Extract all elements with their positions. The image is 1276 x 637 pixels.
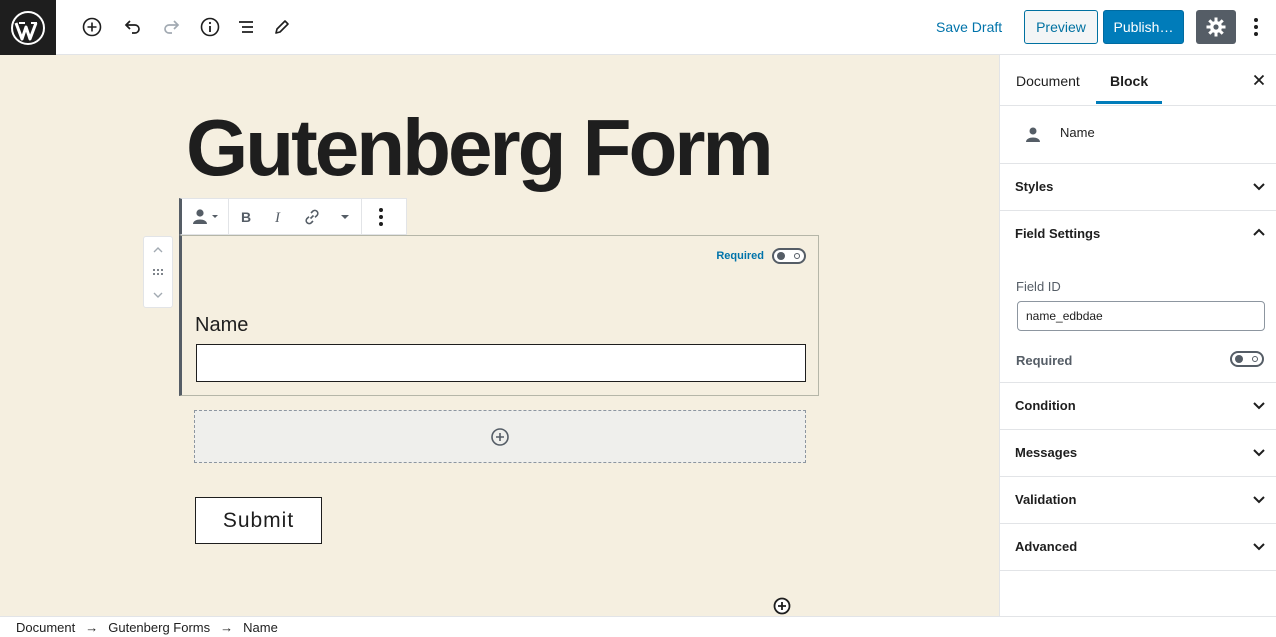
block-navigation-icon[interactable] [232,13,260,41]
add-block-icon[interactable] [78,13,106,41]
drag-handle-icon[interactable] [144,261,172,283]
breadcrumb-name[interactable]: Name [243,620,278,635]
redo-icon[interactable] [158,13,186,41]
block-breadcrumb: Document → Gutenberg Forms → Name [0,616,1276,637]
panel-advanced[interactable]: Advanced [1000,524,1276,571]
block-switcher-group [182,199,229,234]
save-draft-button[interactable]: Save Draft [928,13,1010,41]
settings-sidebar: Document Block Name Styles Field Setting… [999,55,1276,616]
breadcrumb-gutenberg-forms[interactable]: Gutenberg Forms [108,620,210,635]
block-toolbar: B I [179,198,407,235]
name-input[interactable] [196,344,806,382]
inserter-plus-icon[interactable] [772,596,792,616]
panel-styles[interactable]: Styles [1000,164,1276,211]
block-more-options-icon[interactable] [362,199,400,234]
field-label[interactable]: Name [195,314,248,337]
editor-header: Save Draft Preview Publish… [0,0,1276,55]
block-card: Name [1000,106,1276,164]
block-appender[interactable] [194,410,806,463]
wordpress-logo-icon[interactable] [0,0,56,55]
field-id-label: Field ID [1016,279,1061,294]
panel-title: Messages [1015,445,1078,460]
required-toggle[interactable] [1230,351,1264,367]
person-icon [1024,126,1042,144]
link-icon[interactable] [295,199,328,234]
panel-messages[interactable]: Messages [1000,430,1276,477]
name-field-block[interactable]: Required Name [179,235,819,396]
required-toggle-control[interactable]: Required [716,248,806,264]
close-icon[interactable] [1250,71,1268,89]
chevron-up-icon [1252,226,1266,240]
panel-title: Styles [1015,179,1054,194]
more-options-icon[interactable] [1244,12,1268,42]
tab-block[interactable]: Block [1096,55,1163,104]
svg-text:I: I [274,210,281,225]
preview-button[interactable]: Preview [1024,10,1098,44]
field-id-input[interactable]: name_edbdae [1017,301,1265,331]
sidebar-tabs: Document Block [1000,55,1276,106]
required-label: Required [716,250,764,262]
publish-button[interactable]: Publish… [1103,10,1184,44]
panel-validation[interactable]: Validation [1000,477,1276,524]
block-settings-group [362,199,400,234]
tab-document[interactable]: Document [1016,55,1080,104]
chevron-down-icon [1252,445,1266,459]
chevron-down-icon [1252,179,1266,193]
gear-icon [1206,17,1226,37]
panel-field-settings[interactable]: Field Settings Field ID name_edbdae Requ… [1000,211,1276,383]
panel-title: Condition [1015,398,1076,413]
arrow-right-icon: → [220,619,234,635]
block-mover [143,236,173,308]
panel-title: Validation [1015,492,1077,507]
formatting-group: B I [229,199,362,234]
chevron-down-icon [1252,539,1266,553]
chevron-down-icon [1252,398,1266,412]
chevron-down-icon [1252,492,1266,506]
svg-text:B: B [241,209,251,225]
block-type-switcher[interactable] [182,199,228,234]
required-toggle[interactable] [772,248,806,264]
panel-title: Field Settings [1015,226,1101,241]
bold-icon[interactable]: B [229,199,262,234]
panel-title: Advanced [1015,539,1078,554]
submit-button[interactable]: Submit [195,497,322,544]
settings-gear-button[interactable] [1196,10,1236,44]
post-title[interactable]: Gutenberg Form [186,103,774,193]
add-block-icon [491,427,509,446]
editor-canvas: Gutenberg Form B I Required Name Submit [0,55,999,616]
edit-pencil-icon[interactable] [268,13,296,41]
arrow-right-icon: → [85,619,99,635]
move-down-chevron-icon[interactable] [144,284,172,306]
info-icon[interactable] [196,13,224,41]
move-up-chevron-icon[interactable] [144,239,172,261]
block-card-title: Name [1060,125,1095,140]
required-label: Required [1016,353,1073,368]
panel-condition[interactable]: Condition [1000,383,1276,430]
breadcrumb-document[interactable]: Document [16,620,75,635]
italic-icon[interactable]: I [262,199,295,234]
person-icon [193,208,218,224]
undo-icon[interactable] [118,13,146,41]
more-rich-text-controls-chevron-down-icon[interactable] [328,199,361,234]
